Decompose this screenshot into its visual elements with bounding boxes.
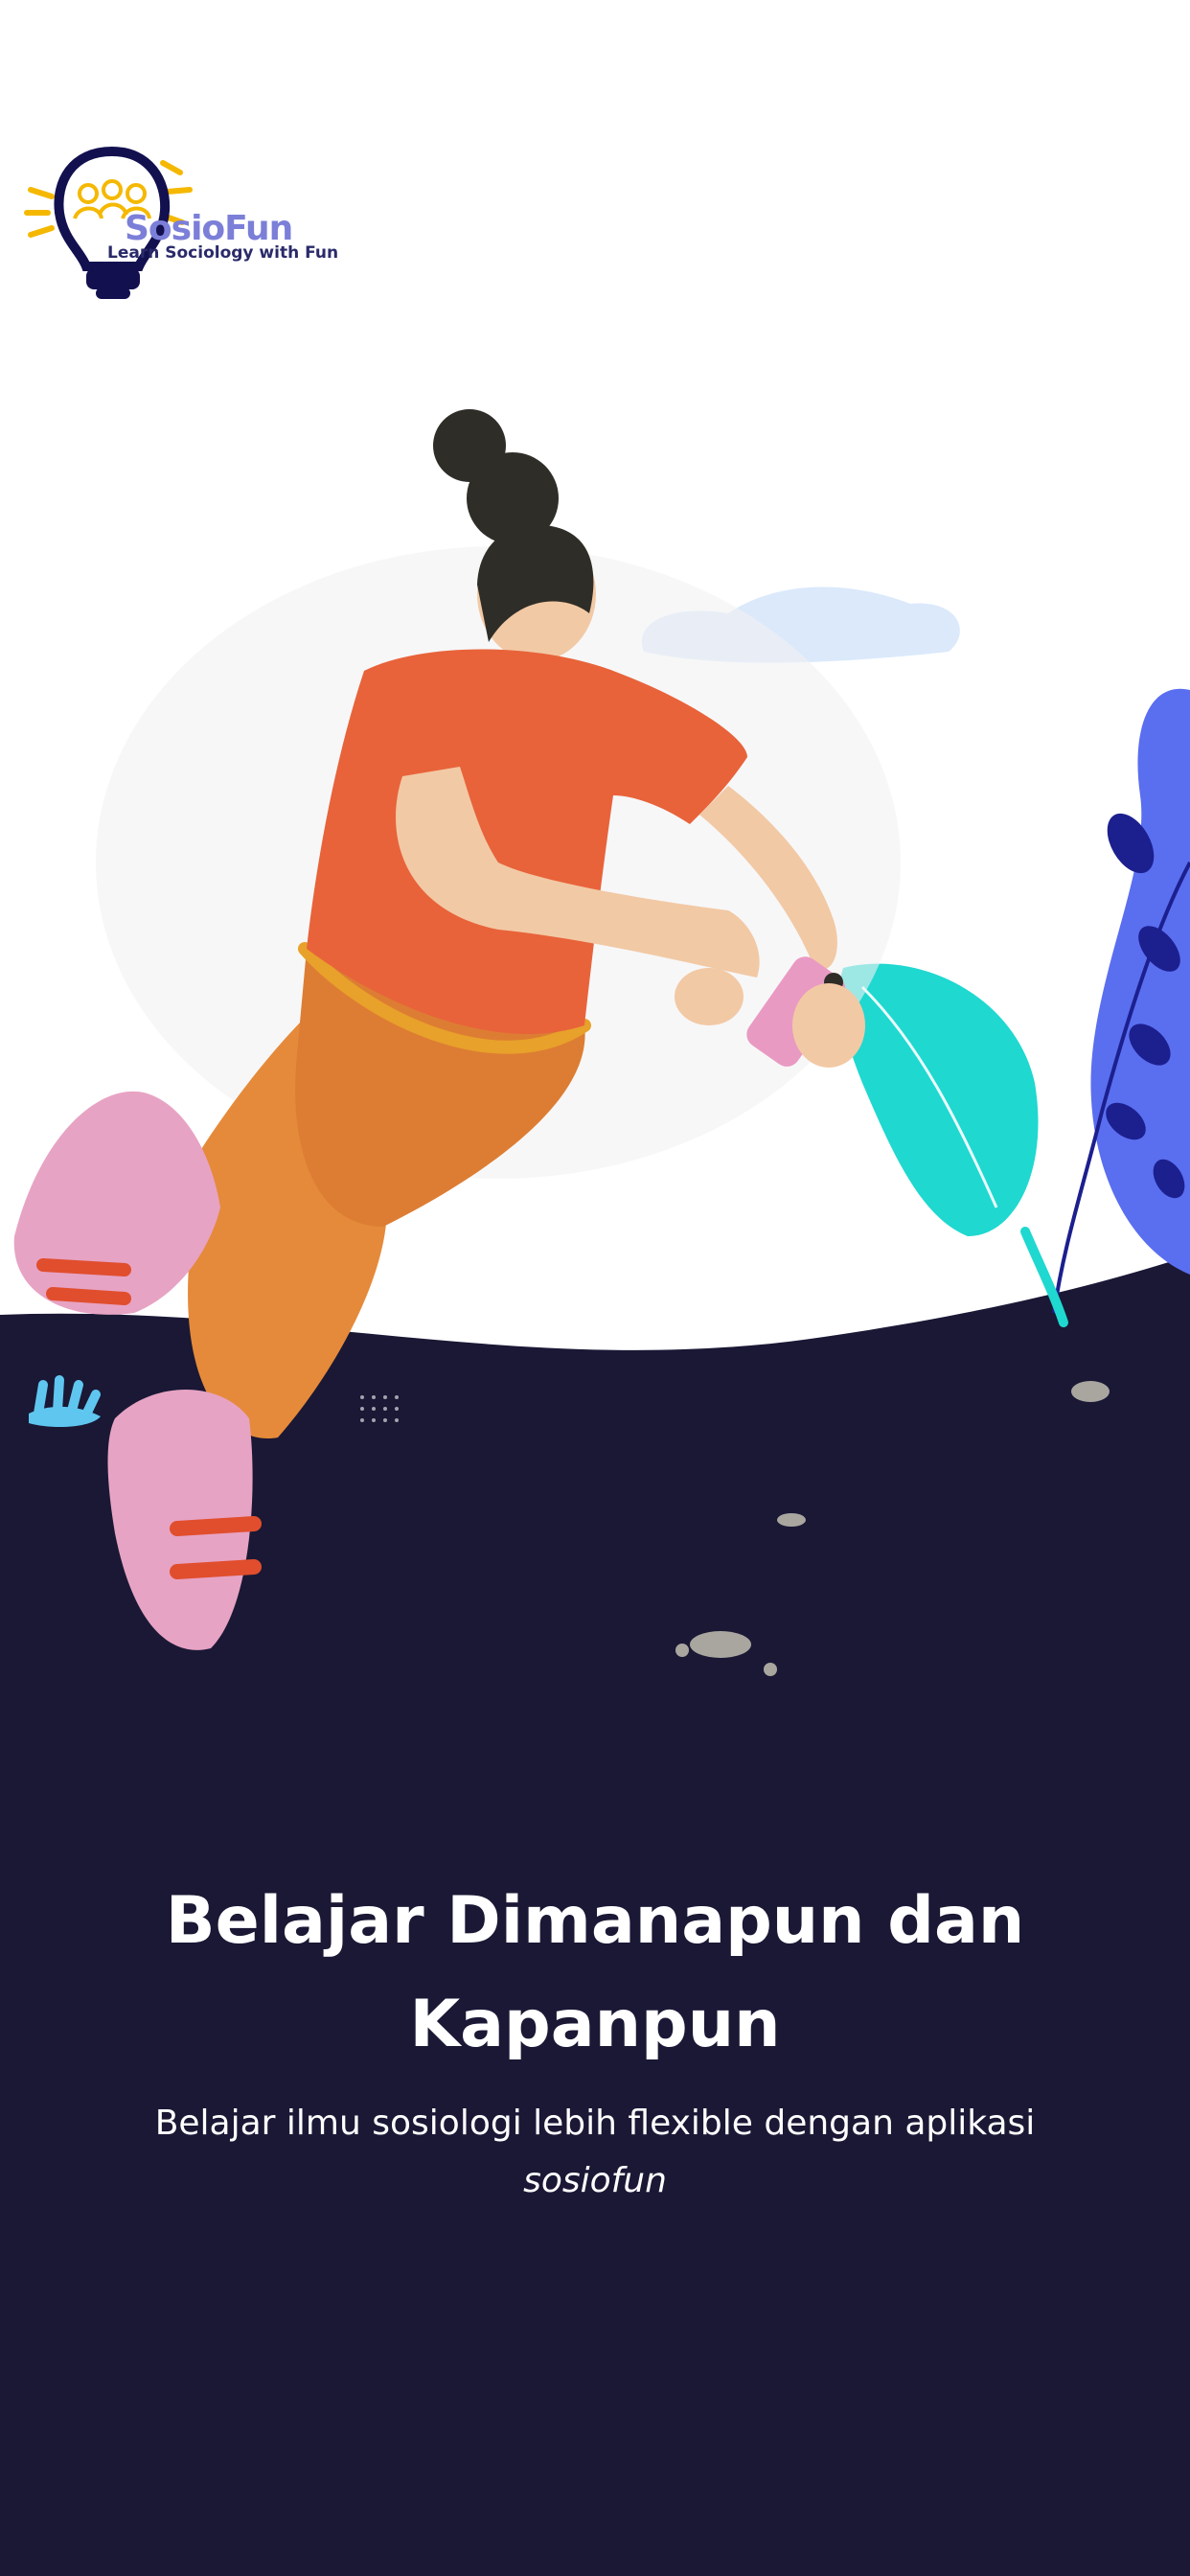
blue-plant: [1052, 688, 1190, 1314]
onboarding-title: Belajar Dimanapun dan Kapanpun: [165, 1882, 1025, 2062]
teal-leaf: [839, 963, 1068, 1327]
subtitle-emphasis: sosiofun: [523, 2161, 667, 2200]
onboarding-screen: SosioFun Learn Sociology with Fun Belaja…: [0, 0, 1190, 2576]
logo-name: SosioFun: [125, 209, 293, 248]
logo-tagline: Learn Sociology with Fun: [107, 243, 339, 263]
onboarding-subtitle: Belajar ilmu sosiologi lebih flexible de…: [153, 2095, 1037, 2210]
subtitle-text: Belajar ilmu sosiologi lebih flexible de…: [154, 2104, 1036, 2143]
sosiofun-logo: SosioFun Learn Sociology with Fun: [19, 144, 338, 307]
